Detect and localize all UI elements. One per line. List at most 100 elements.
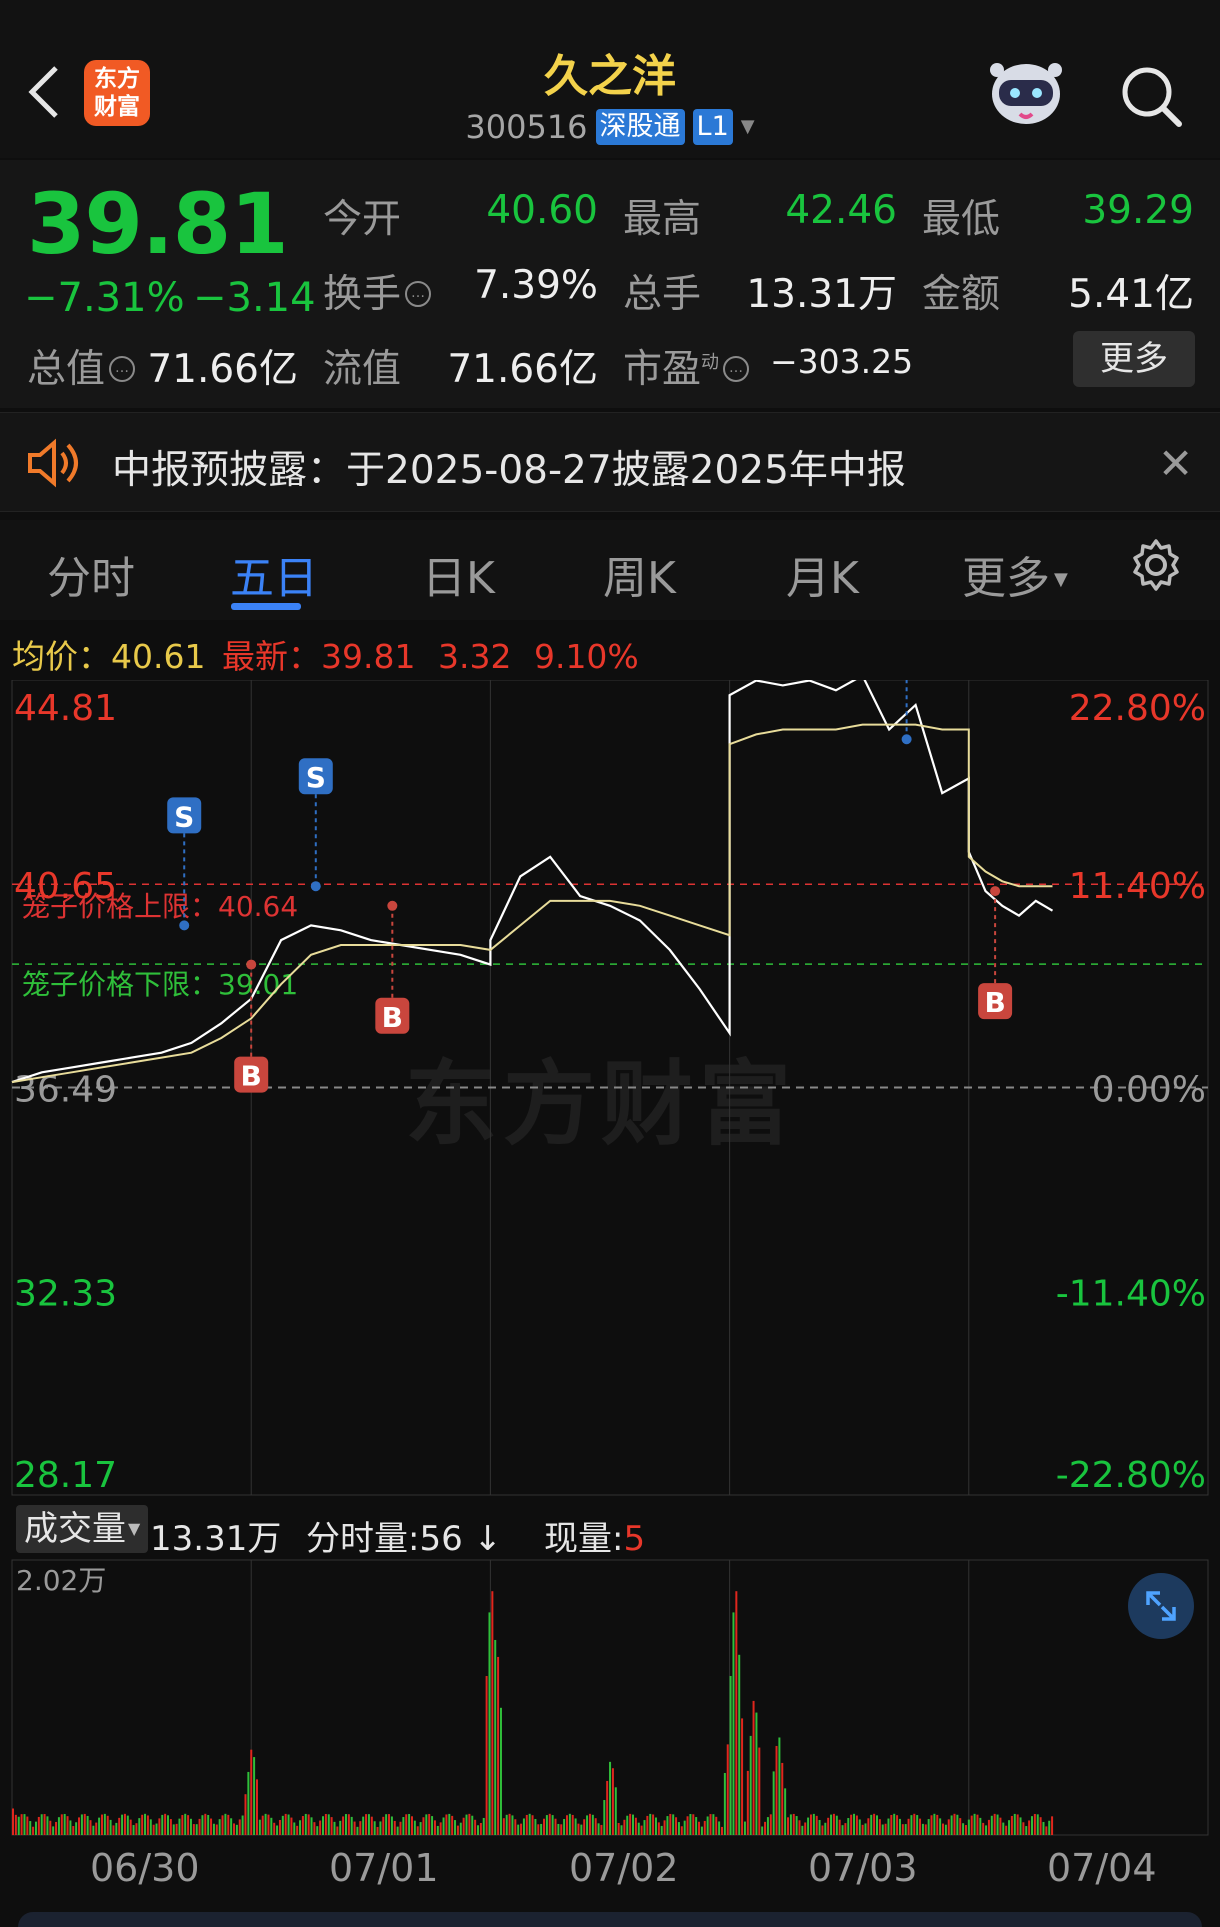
volume-bar: [1051, 1816, 1054, 1835]
volume-bar: [477, 1825, 480, 1835]
pe-label[interactable]: 市盈动…: [623, 338, 750, 394]
volume-bar: [115, 1822, 118, 1835]
volume-bar: [554, 1818, 557, 1835]
volume-bar: [522, 1818, 525, 1835]
volume-bar: [135, 1823, 138, 1835]
volume-bar: [919, 1818, 922, 1835]
volume-bar: [738, 1654, 741, 1835]
volume-bar: [339, 1820, 342, 1835]
volume-bar: [109, 1819, 112, 1835]
volume-bar: [471, 1815, 474, 1835]
volume-bar: [224, 1813, 227, 1835]
volume-bar: [327, 1814, 330, 1835]
volume-bar: [660, 1825, 663, 1835]
volume-bar: [431, 1816, 434, 1835]
volume-bar: [1030, 1816, 1033, 1835]
volume-bar: [1045, 1826, 1048, 1835]
volume-bar: [55, 1821, 58, 1835]
float-cap-value: 71.66亿: [447, 347, 598, 392]
volume-bar: [370, 1816, 373, 1835]
volume-bar: [479, 1822, 482, 1835]
tab-intraday[interactable]: 分时: [47, 542, 135, 606]
volume-bar: [32, 1826, 35, 1835]
tab-five-day[interactable]: 五日: [230, 542, 318, 606]
volume-bar: [591, 1814, 594, 1835]
volume-indicator-select[interactable]: 成交量 ▼: [16, 1505, 149, 1553]
volume-bar: [448, 1813, 451, 1835]
info-icon[interactable]: …: [109, 356, 136, 382]
volume-bar: [910, 1815, 913, 1835]
volume-bar: [620, 1825, 623, 1835]
volume-bar: [402, 1817, 405, 1835]
latest-pct: 9.10%: [533, 637, 639, 676]
volume-bar: [689, 1814, 692, 1835]
volume-bar: [764, 1821, 767, 1835]
chevron-down-icon[interactable]: ▼: [741, 116, 755, 137]
tab-monthly-k[interactable]: 月K: [786, 542, 859, 606]
volume-bar: [244, 1794, 247, 1835]
volume-bar: [396, 1826, 399, 1835]
notice-bar[interactable]: 中报预披露：于2025-08-27披露2025年中报 ✕: [0, 412, 1220, 512]
volume-bar: [379, 1821, 382, 1835]
trade-marker-label: B: [382, 1001, 403, 1034]
volume-bar: [497, 1656, 500, 1835]
current-volume: 现量:5: [544, 1519, 646, 1559]
high-label: 最高: [623, 197, 702, 242]
volume-bar: [264, 1813, 267, 1835]
volume-bar: [103, 1813, 106, 1835]
volume-bar: [89, 1820, 92, 1835]
volume-bar: [942, 1823, 945, 1835]
high-value: 42.46: [785, 188, 897, 233]
volume-bar: [356, 1826, 359, 1835]
info-icon[interactable]: …: [405, 281, 432, 307]
volume-bar: [210, 1818, 213, 1835]
y-tick-left: 44.81: [14, 688, 117, 729]
volume-bar: [485, 1676, 488, 1835]
volume-bar: [95, 1822, 98, 1835]
five-day-chart[interactable]: 笼子价格上限：40.64笼子价格下限：39.0144.81 22.80%40.65…: [0, 680, 1220, 1850]
volume-bar: [52, 1826, 55, 1835]
volume-bar: [901, 1824, 904, 1835]
volume-bar: [548, 1813, 551, 1835]
volume-bar: [118, 1817, 121, 1835]
volume-bar: [304, 1813, 307, 1835]
volume-bar: [709, 1814, 712, 1835]
volume-value: 13.31万: [746, 272, 897, 317]
volume-bar: [617, 1823, 620, 1835]
market-cap-label[interactable]: 总值…: [27, 338, 136, 394]
volume-bar: [342, 1816, 345, 1835]
assistant-robot-icon[interactable]: [985, 50, 1067, 132]
volume-bar: [962, 1823, 965, 1835]
volume-bar: [43, 1814, 46, 1835]
float-cap-label: 流值: [323, 347, 402, 392]
info-icon[interactable]: …: [723, 356, 750, 382]
volume-bar: [792, 1813, 795, 1835]
volume-bar: [49, 1820, 52, 1835]
volume-bar: [623, 1819, 626, 1835]
volume-bar: [410, 1816, 413, 1835]
volume-bar: [350, 1816, 353, 1835]
gear-icon[interactable]: [1128, 537, 1184, 593]
tab-more[interactable]: 更多 ▼: [962, 542, 1068, 606]
more-quote-button[interactable]: 更多: [1073, 331, 1195, 387]
volume-bar: [580, 1824, 583, 1835]
tab-daily-k[interactable]: 日K: [422, 542, 495, 606]
trade-marker-label: B: [241, 1060, 262, 1093]
market-cap-value: 71.66亿: [147, 347, 298, 392]
volume-bar: [795, 1816, 798, 1835]
volume-bar: [979, 1817, 982, 1835]
tab-weekly-k[interactable]: 周K: [603, 542, 676, 606]
volume-bar: [603, 1800, 606, 1835]
volume-bar: [723, 1772, 726, 1835]
volume-bar: [680, 1826, 683, 1835]
search-icon[interactable]: [1117, 62, 1187, 132]
volume-bar: [238, 1819, 241, 1835]
trade-marker-label: S: [306, 761, 326, 794]
turnover-label[interactable]: 换手…: [323, 263, 432, 319]
expand-icon[interactable]: [1128, 1573, 1194, 1639]
volume-bar: [393, 1820, 396, 1835]
volume-bar: [382, 1816, 385, 1835]
close-icon[interactable]: ✕: [1158, 439, 1193, 488]
volume-bar: [563, 1818, 566, 1835]
volume-bar: [766, 1817, 769, 1835]
